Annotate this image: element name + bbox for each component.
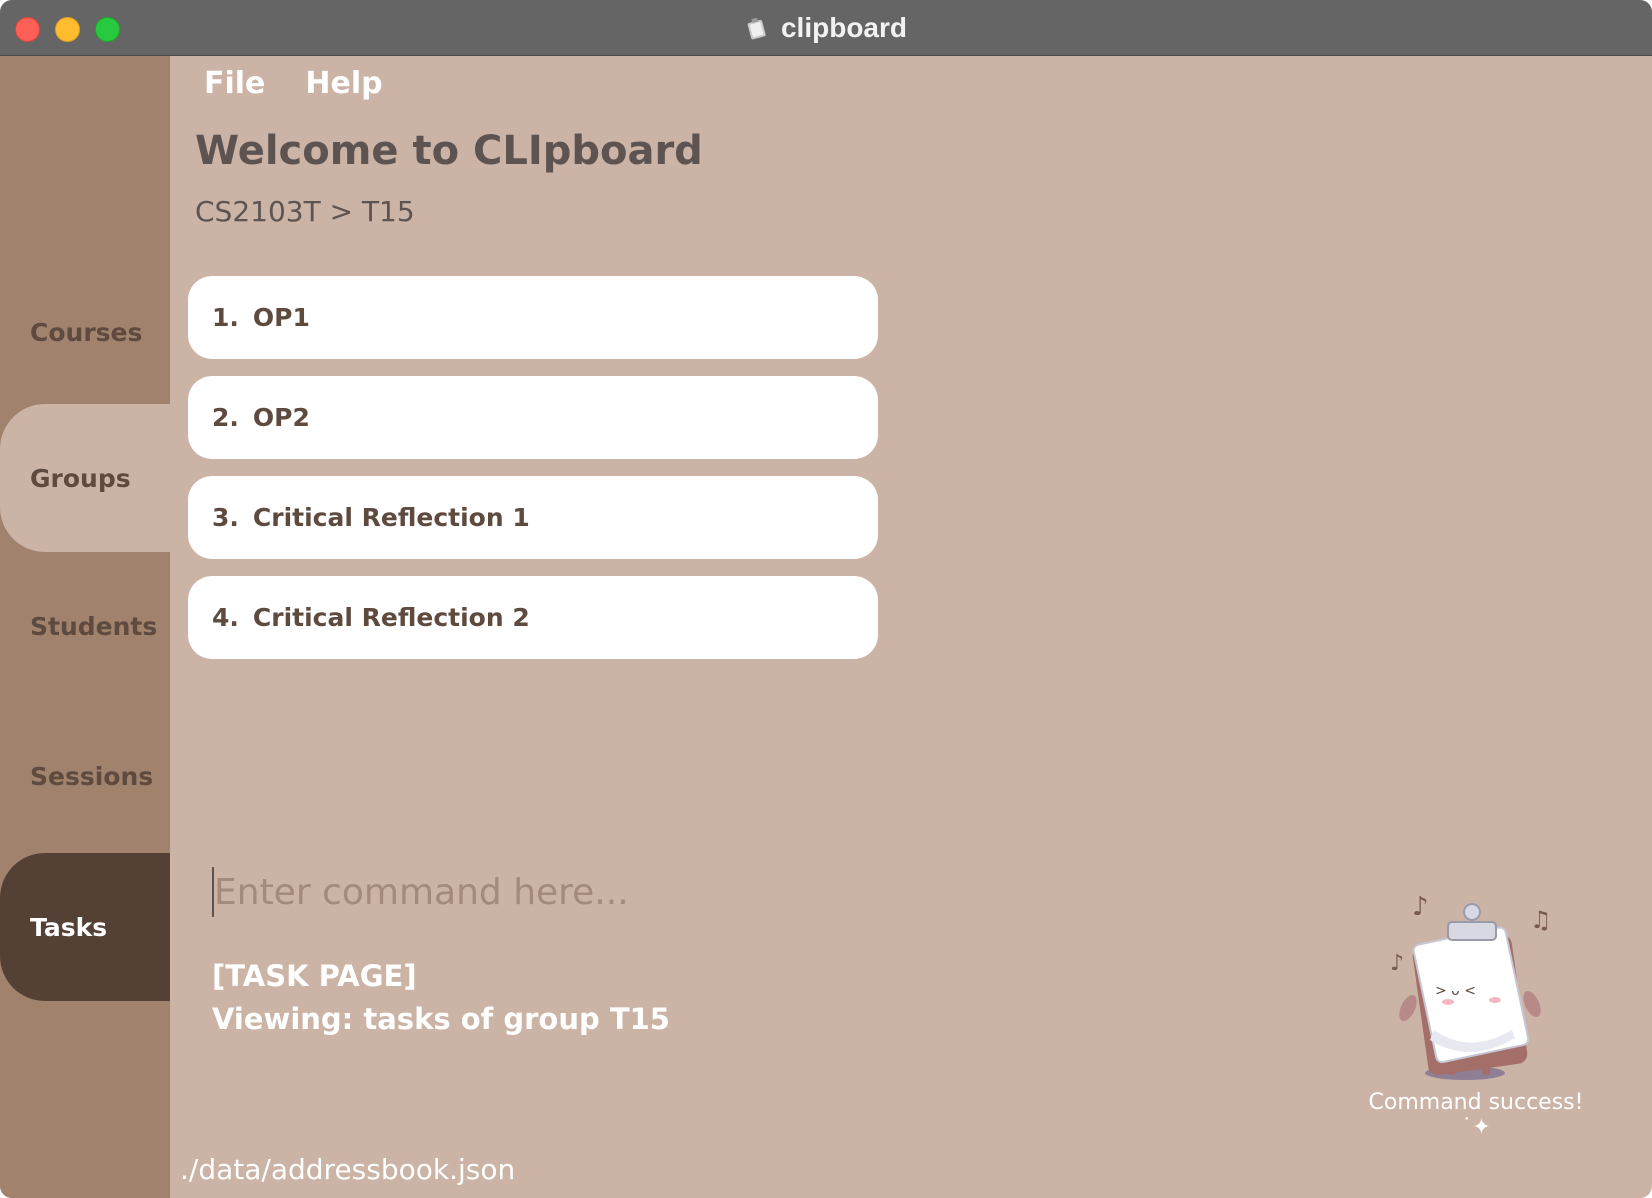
clipboard-app-icon xyxy=(745,16,769,40)
command-input[interactable] xyxy=(214,866,1214,918)
clipboard-mascot-icon: ♪ ♫ ♪ > ᴗ < xyxy=(1390,880,1570,1085)
sidebar-item-label: Courses xyxy=(30,317,143,347)
task-card-1[interactable]: 1. OP1 xyxy=(188,276,878,359)
menu-help[interactable]: Help xyxy=(305,66,382,101)
task-index: 2. xyxy=(212,403,239,432)
task-index: 3. xyxy=(212,503,239,532)
task-card-4[interactable]: 4. Critical Reflection 2 xyxy=(188,576,878,659)
sidebar-item-tasks[interactable]: Tasks xyxy=(0,853,170,1001)
svg-text:♫: ♫ xyxy=(1530,906,1552,934)
sidebar-item-label: Students xyxy=(30,611,158,641)
task-card-3[interactable]: 3. Critical Reflection 1 xyxy=(188,476,878,559)
sidebar-item-sessions[interactable]: Sessions xyxy=(0,702,170,850)
menu-file[interactable]: File xyxy=(204,66,265,101)
task-index: 1. xyxy=(212,303,239,332)
task-card-2[interactable]: 2. OP2 xyxy=(188,376,878,459)
status-file-path: ./data/addressbook.json xyxy=(180,1153,516,1186)
svg-text:> ᴗ <: > ᴗ < xyxy=(1435,983,1476,999)
window-title-group: clipboard xyxy=(0,0,1652,56)
svg-text:♪: ♪ xyxy=(1412,892,1429,922)
task-name: OP2 xyxy=(252,403,310,432)
app-window: clipboard Courses Groups Students Sessio… xyxy=(0,0,1652,1198)
mascot-caption: Command success!˙✦ xyxy=(1368,1090,1584,1140)
window-title: clipboard xyxy=(780,12,907,43)
result-display: [TASK PAGE] Viewing: tasks of group T15 xyxy=(212,955,670,1041)
sidebar-item-groups[interactable]: Groups xyxy=(0,404,170,552)
sidebar-item-students[interactable]: Students xyxy=(0,552,170,700)
sidebar: Courses Groups Students Sessions Tasks xyxy=(0,56,170,1198)
breadcrumb: CS2103T > T15 xyxy=(195,195,415,228)
result-line-2: Viewing: tasks of group T15 xyxy=(212,1002,670,1036)
svg-text:♪: ♪ xyxy=(1390,951,1404,976)
sidebar-item-courses[interactable]: Courses xyxy=(0,258,170,406)
result-line-1: [TASK PAGE] xyxy=(212,959,417,993)
title-bar: clipboard xyxy=(0,0,1652,56)
sidebar-item-label: Tasks xyxy=(30,912,108,942)
sidebar-item-label: Sessions xyxy=(30,761,154,791)
task-index: 4. xyxy=(212,603,239,632)
task-name: Critical Reflection 1 xyxy=(252,503,530,532)
page-title: Welcome to CLIpboard xyxy=(195,128,703,174)
command-box xyxy=(212,866,1312,918)
sidebar-item-label: Groups xyxy=(30,463,131,493)
task-name: Critical Reflection 2 xyxy=(252,603,530,632)
task-name: OP1 xyxy=(252,303,310,332)
menu-bar: File Help xyxy=(204,66,383,101)
